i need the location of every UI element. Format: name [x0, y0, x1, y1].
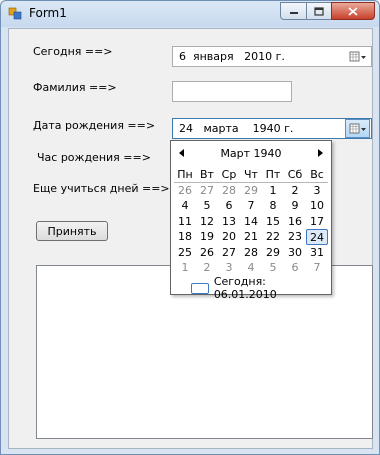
calendar-day[interactable]: 1	[174, 260, 196, 276]
accept-button[interactable]: Принять	[36, 221, 108, 241]
next-month-button[interactable]	[315, 147, 325, 159]
minimize-button[interactable]	[280, 2, 307, 20]
title-bar[interactable]: Form1	[1, 1, 379, 27]
today-date-picker[interactable]: 6 января 2010 г.	[172, 46, 372, 67]
calendar-day[interactable]: 12	[196, 214, 218, 230]
calendar-day[interactable]: 31	[306, 245, 328, 261]
calendar-week-row: 18 19 20 21 22 23 24	[174, 229, 328, 245]
calendar-day[interactable]: 27	[218, 245, 240, 261]
calendar-dropdown-icon	[349, 51, 366, 61]
calendar-day[interactable]: 3	[306, 183, 328, 199]
birthdate-dropdown-button[interactable]	[345, 119, 370, 138]
birthdate-label: Дата рождения ==>	[33, 119, 156, 132]
calendar-day[interactable]: 7	[306, 260, 328, 276]
calendar-day[interactable]: 29	[240, 183, 262, 199]
calendar-day[interactable]: 13	[218, 214, 240, 230]
today-marker-icon	[191, 282, 209, 294]
calendar-day[interactable]: 6	[218, 198, 240, 214]
calendar-dropdown-icon	[349, 123, 366, 133]
weekday-header: Вт	[196, 167, 218, 183]
calendar-day[interactable]: 4	[240, 260, 262, 276]
calendar-day[interactable]: 5	[262, 260, 284, 276]
birthhour-label: Час рождения ==>	[37, 151, 151, 164]
calendar-day[interactable]: 27	[196, 183, 218, 199]
calendar-day[interactable]: 11	[174, 214, 196, 230]
window-title: Form1	[29, 6, 67, 20]
calendar-day[interactable]: 18	[174, 229, 196, 245]
calendar-day[interactable]: 5	[196, 198, 218, 214]
calendar-day[interactable]: 3	[218, 260, 240, 276]
weekday-header: Ср	[218, 167, 240, 183]
calendar-week-row: 11 12 13 14 15 16 17	[174, 214, 328, 230]
calendar-header: Март 1940	[171, 141, 331, 165]
calendar-day[interactable]: 16	[284, 214, 306, 230]
calendar-day[interactable]: 21	[240, 229, 262, 245]
calendar-day[interactable]: 6	[284, 260, 306, 276]
weekday-header: Пн	[174, 167, 196, 183]
calendar-week-row: 26 27 28 29 1 2 3	[174, 183, 328, 199]
surname-input[interactable]	[172, 81, 292, 102]
today-dropdown-button[interactable]	[345, 48, 370, 65]
calendar-day[interactable]: 2	[284, 183, 306, 199]
weekday-header-row: Пн Вт Ср Чт Пт Сб Вс	[174, 167, 328, 183]
calendar-day[interactable]: 25	[174, 245, 196, 261]
calendar-day[interactable]: 2	[196, 260, 218, 276]
weekday-header: Вс	[306, 167, 328, 183]
calendar-dropdown[interactable]: Март 1940 Пн Вт Ср Чт Пт Сб Вс 26 27 28 29 1 2 3 4 5 6 7 8…	[170, 140, 332, 301]
calendar-today-link[interactable]: Сегодня: 06.01.2010	[191, 275, 331, 301]
minimize-icon	[289, 12, 298, 14]
app-icon	[8, 7, 22, 20]
calendar-day[interactable]: 1	[262, 183, 284, 199]
calendar-day[interactable]: 28	[240, 245, 262, 261]
calendar-week-row: 1234567	[174, 260, 328, 276]
weekday-header: Пт	[262, 167, 284, 183]
calendar-day[interactable]: 28	[218, 183, 240, 199]
calendar-day[interactable]: 29	[262, 245, 284, 261]
calendar-today-text: Сегодня: 06.01.2010	[213, 275, 277, 301]
calendar-day[interactable]: 26	[174, 183, 196, 199]
calendar-day[interactable]: 8	[262, 198, 284, 214]
calendar-day[interactable]: 10	[306, 198, 328, 214]
birthdate-date-picker[interactable]: 24 марта 1940 г.	[172, 118, 372, 139]
birthdate-value: 24 марта 1940 г.	[179, 122, 294, 135]
calendar-day[interactable]: 17	[306, 214, 328, 230]
weekday-header: Сб	[284, 167, 306, 183]
maximize-icon	[314, 6, 324, 16]
calendar-day[interactable]: 30	[284, 245, 306, 261]
calendar-day[interactable]: 20	[218, 229, 240, 245]
calendar-day[interactable]: 19	[196, 229, 218, 245]
calendar-month-title[interactable]: Март 1940	[171, 147, 331, 160]
calendar-day[interactable]: 22	[262, 229, 284, 245]
calendar-day[interactable]: 14	[240, 214, 262, 230]
calendar-day[interactable]: 9	[284, 198, 306, 214]
calendar-day[interactable]: 15	[262, 214, 284, 230]
calendar-day[interactable]: 7	[240, 198, 262, 214]
calendar-week-row: 4 5 6 7 8 9 10	[174, 198, 328, 214]
arrow-right-icon	[318, 149, 323, 157]
today-date-value: 6 января 2010 г.	[179, 50, 285, 63]
maximize-button[interactable]	[306, 2, 332, 20]
calendar-week-row: 25 26 27 28 29 30 31	[174, 245, 328, 261]
close-button[interactable]	[331, 2, 375, 20]
calendar-grid: Пн Вт Ср Чт Пт Сб Вс 26 27 28 29 1 2 3 4 5 6 7 8 9 10 11 12 13 1…	[174, 167, 328, 276]
days-left-label: Еще учиться дней ==>	[33, 182, 170, 195]
close-icon	[348, 6, 358, 16]
surname-label: Фамилия ==>	[33, 81, 117, 94]
calendar-day[interactable]: 24	[306, 229, 328, 245]
weekday-header: Чт	[240, 167, 262, 183]
calendar-day[interactable]: 4	[174, 198, 196, 214]
calendar-day[interactable]: 23	[284, 229, 306, 245]
calendar-day[interactable]: 26	[196, 245, 218, 261]
today-label: Сегодня ==>	[33, 45, 113, 58]
